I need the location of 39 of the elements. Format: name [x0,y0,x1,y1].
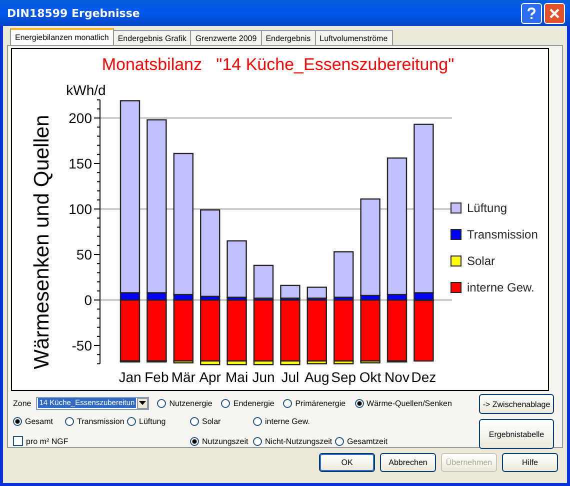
x-tick-label: Okt [359,369,382,385]
legend-label: Solar [467,254,496,268]
x-tick-label: Feb [144,369,169,385]
y-tick-label: 50 [76,246,92,262]
legend-label: Transmission [467,228,538,242]
radio-label: interne Gew. [265,416,310,426]
radio-label: Nutzungszeit [202,436,248,446]
y-tick-label: 100 [68,201,92,217]
x-tick-label: Jul [281,369,300,385]
x-tick-label: Nov [384,369,410,385]
x-tick-label: Jun [252,369,275,385]
y-tick-label: 150 [68,156,92,172]
radio-label: Gesamt [25,416,54,426]
y-tick-label: 200 [68,110,92,126]
radio-label: Lüftung [139,416,166,426]
x-tick-label: Dez [411,369,436,385]
radio-label: Nicht-Nutzungszeit [265,436,332,446]
x-tick-label: Aug [304,369,330,385]
legend-label: Lüftung [467,201,508,215]
radio-label: Solar [202,416,221,426]
x-tick-label: Jan [118,369,142,385]
chart-title: Monatsbilanz "14 Küche_Essenszubereitung" [102,55,454,74]
y-tick-label: 0 [84,292,92,308]
x-tick-label: Mai [226,369,248,385]
zone-label: Zone [13,398,32,408]
y-tick-label: -50 [72,338,92,354]
radio-label: Transmission [77,416,124,426]
radio-label: Endenergie [233,398,274,408]
checkbox-label: pro m² NGF [26,436,68,446]
x-tick-label: Mär [171,369,196,385]
unit-label: kWh/d [66,82,106,98]
radio-label: Primärenergie [295,398,346,408]
window-title: DIN18599 Ergebnisse [7,6,140,20]
radio-label: Nutzenergie [169,398,212,408]
x-tick-label: Sep [331,369,356,385]
radio-label: Gesamtzeit [347,436,388,446]
legend-label: interne Gew. [467,280,534,294]
y-axis-title: Wärmesenken und Quellen [30,114,54,370]
x-tick-label: Apr [199,369,221,385]
